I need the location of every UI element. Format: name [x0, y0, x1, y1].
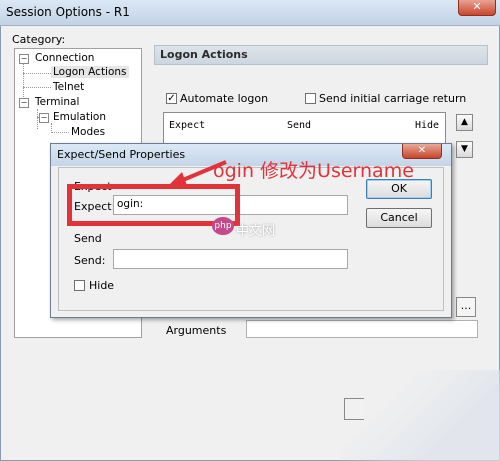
watermark-text: 中文网 — [236, 224, 276, 239]
cancel-button[interactable]: Cancel — [366, 208, 432, 228]
column-send[interactable]: Send — [287, 120, 311, 131]
category-label: Category: — [12, 33, 66, 46]
automate-logon-checkbox[interactable]: ✓ — [166, 93, 177, 104]
panel-title: Logon Actions — [160, 48, 248, 61]
move-up-icon[interactable]: ▲ — [456, 114, 473, 131]
watermark-logo: php — [212, 217, 234, 235]
annotation-text: ogin 修改为Username — [213, 160, 414, 182]
send-cr-label: Send initial carriage return — [319, 92, 467, 105]
automate-logon-label: Automate logon — [180, 92, 269, 105]
arguments-field[interactable] — [246, 320, 478, 338]
send-label: Send: — [74, 254, 106, 267]
window-title: Session Options - R1 — [6, 5, 130, 19]
column-expect[interactable]: Expect — [169, 120, 205, 131]
tree-item-emulation[interactable]: Emulation — [53, 111, 106, 123]
arguments-label: Arguments — [166, 324, 227, 337]
tree-item-logon-actions[interactable]: Logon Actions — [51, 66, 129, 78]
collapse-icon[interactable]: − — [19, 54, 29, 64]
tree-item-connection[interactable]: Connection — [35, 52, 94, 64]
send-group-label: Send — [74, 232, 102, 245]
column-hide[interactable]: Hide — [415, 120, 439, 131]
send-field[interactable] — [113, 249, 348, 269]
collapse-icon[interactable]: − — [39, 113, 49, 123]
tree-item-terminal[interactable]: Terminal — [35, 96, 79, 108]
close-icon[interactable]: ✕ — [458, 0, 496, 16]
send-cr-checkbox[interactable] — [305, 93, 316, 104]
corner-shade — [340, 370, 500, 461]
hide-checkbox[interactable] — [74, 280, 85, 291]
tree-item-telnet[interactable]: Telnet — [53, 81, 84, 93]
collapse-icon[interactable]: − — [19, 98, 29, 108]
move-down-icon[interactable]: ▼ — [456, 141, 473, 158]
browse-button[interactable]: ... — [456, 297, 476, 317]
tree-item-modes[interactable]: Modes — [71, 126, 105, 138]
hide-label: Hide — [89, 279, 115, 292]
